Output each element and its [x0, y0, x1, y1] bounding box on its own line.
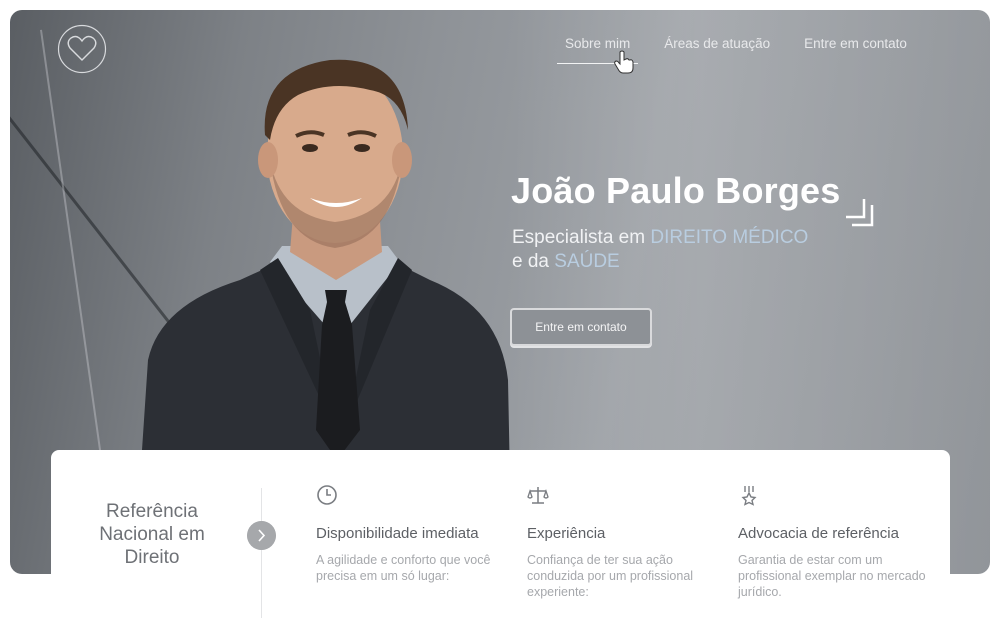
- feature-title: Advocacia de referência: [738, 525, 899, 542]
- hero-subtitle: Especialista em DIREITO MÉDICO e da SAÚD…: [512, 226, 808, 274]
- nav-link-areas-de-atuacao[interactable]: Áreas de atuação: [664, 36, 770, 64]
- nav-link-entre-em-contato[interactable]: Entre em contato: [804, 36, 907, 64]
- features-lead: Referência Nacional em Direito: [99, 501, 205, 568]
- lawyer-name: João Paulo Borges: [511, 170, 841, 211]
- feature-item: Advocacia de referência Garantia de esta…: [738, 484, 928, 600]
- award-icon: [741, 486, 757, 506]
- subtitle-highlight: SAÚDE: [554, 251, 620, 272]
- feature-description: Garantia de estar com um profissional ex…: [738, 553, 926, 599]
- hand-pointer-icon: [614, 50, 634, 74]
- feature-title: Experiência: [527, 525, 606, 542]
- brand-logo[interactable]: [57, 24, 107, 74]
- feature-description: Confiança de ter sua ação conduzida por …: [527, 553, 694, 599]
- contact-button[interactable]: Entre em contato: [510, 308, 652, 346]
- subtitle-text: Especialista em: [512, 227, 651, 248]
- feature-title: Disponibilidade imediata: [316, 525, 479, 542]
- subtitle-highlight: DIREITO MÉDICO: [650, 227, 809, 248]
- subtitle-text: e da: [512, 251, 555, 272]
- divider: [261, 488, 262, 618]
- corner-bracket-icon: [846, 199, 874, 227]
- lawyer-photo: [140, 59, 510, 480]
- chevron-right-icon[interactable]: [247, 521, 276, 550]
- scales-icon: [527, 487, 549, 504]
- feature-item: Disponibilidade imediata A agilidade e c…: [316, 484, 506, 584]
- feature-description: A agilidade e conforto que você precisa …: [316, 553, 491, 583]
- clock-icon: [317, 485, 337, 505]
- feature-item: Experiência Confiança de ter sua ação co…: [527, 484, 717, 600]
- heart-icon: [67, 35, 97, 61]
- features-card: Referência Nacional em Direito Disponibi…: [51, 450, 950, 618]
